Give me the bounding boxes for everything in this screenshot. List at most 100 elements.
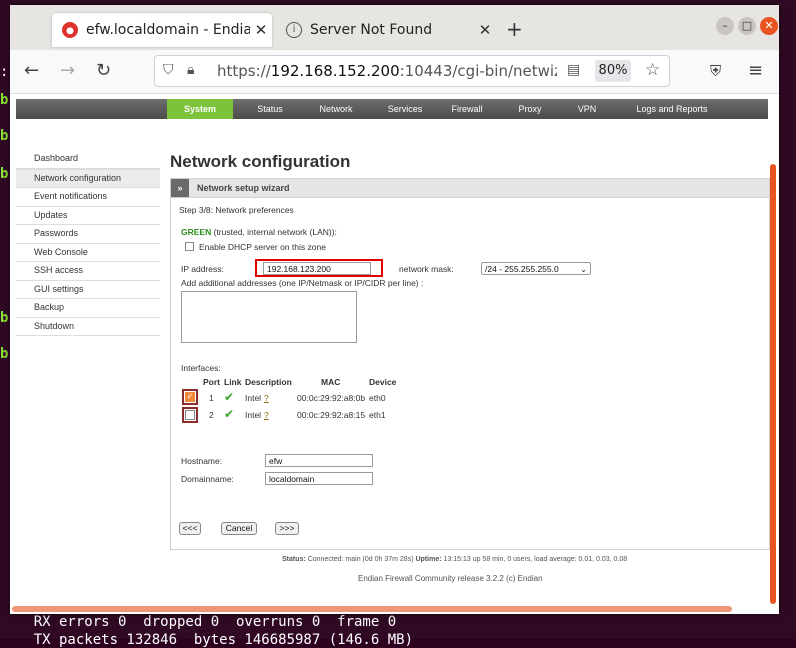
sidebar-item-dashboard[interactable]: Dashboard <box>16 150 160 169</box>
hostname-input[interactable]: efw <box>265 454 373 467</box>
menu-network[interactable]: Network <box>302 99 370 119</box>
release-text: Endian Firewall Community release 3.2.2 … <box>358 574 543 583</box>
tab-server-not-found[interactable]: i Server Not Found ✕ <box>276 13 496 47</box>
nav-bar: ← → ↻ ⛉ 🔒︎ https://192.168.152.200:10443… <box>10 50 779 94</box>
browser-window: efw.localdomain - Endian ✕ i Server Not … <box>10 5 779 614</box>
status-text: Connected: main (0d 0h 37m 28s) <box>307 556 414 563</box>
interfaces-label: Interfaces: <box>181 363 221 373</box>
main-menu: System Status Network Services Firewall … <box>16 99 768 119</box>
netmask-select[interactable]: /24 - 255.255.255.0 ⌄ <box>481 262 591 275</box>
zone-name: GREEN <box>181 227 212 237</box>
previous-button[interactable]: <<< <box>179 522 201 535</box>
double-chevron-right-icon: » <box>171 179 189 197</box>
url-text[interactable]: https://192.168.152.200:10443/cgi-bin/ne… <box>217 62 557 80</box>
horizontal-scrollbar[interactable] <box>12 606 732 612</box>
domainname-input[interactable]: localdomain <box>265 472 373 485</box>
additional-label: Add additional addresses (one IP/Netmask… <box>181 278 424 288</box>
menu-services[interactable]: Services <box>370 99 440 119</box>
uptime-label: Uptime: <box>415 556 442 563</box>
terminal-fragment: b <box>0 92 9 108</box>
iface-help-link[interactable]: ? <box>264 410 269 420</box>
back-icon[interactable]: ← <box>24 60 39 81</box>
tab-label: Server Not Found <box>310 22 433 38</box>
minimize-icon[interactable]: – <box>716 17 734 35</box>
additional-addresses-textarea[interactable] <box>181 291 357 343</box>
wizard-title: Network setup wizard <box>197 183 290 193</box>
iface-help-link[interactable]: ? <box>264 393 269 403</box>
iface-desc: Intel <box>245 393 262 403</box>
web-page: System Status Network Services Firewall … <box>10 94 779 614</box>
col-mac: MAC <box>321 377 341 387</box>
close-tab-icon[interactable]: ✕ <box>474 21 496 39</box>
menu-icon[interactable]: ≡ <box>748 60 763 81</box>
col-link: Link <box>224 377 242 387</box>
zone-label: GREEN (trusted, internal network (LAN)): <box>181 227 337 237</box>
url-prefix: https:// <box>217 62 271 80</box>
tab-bar: efw.localdomain - Endian ✕ i Server Not … <box>10 5 779 50</box>
pocket-icon[interactable]: ⛨ <box>710 62 721 80</box>
sidebar-item-updates[interactable]: Updates <box>16 207 160 225</box>
menu-firewall[interactable]: Firewall <box>440 99 494 119</box>
forward-icon[interactable]: → <box>60 60 75 81</box>
chevron-down-icon: ⌄ <box>580 265 587 274</box>
sidebar-item-gui-settings[interactable]: GUI settings <box>16 281 160 299</box>
menu-vpn[interactable]: VPN <box>566 99 608 119</box>
sidebar-item-shutdown[interactable]: Shutdown <box>16 318 160 336</box>
iface-port: 2 <box>209 410 214 420</box>
sidebar-item-backup[interactable]: Backup <box>16 299 160 318</box>
dhcp-label: Enable DHCP server on this zone <box>199 242 326 252</box>
url-bar[interactable]: ⛉ 🔒︎ https://192.168.152.200:10443/cgi-b… <box>154 55 670 87</box>
page-title: Network configuration <box>170 152 351 171</box>
tab-label: efw.localdomain - Endian <box>86 22 250 38</box>
shield-icon[interactable]: ⛉ <box>163 62 174 78</box>
iface-device: eth1 <box>369 410 386 420</box>
reload-icon[interactable]: ↻ <box>96 60 111 81</box>
link-ok-icon: ✔ <box>224 390 235 404</box>
menu-logs-reports[interactable]: Logs and Reports <box>626 99 718 119</box>
mask-label: network mask: <box>399 264 454 274</box>
sidebar-item-web-console[interactable]: Web Console <box>16 244 160 262</box>
menu-proxy[interactable]: Proxy <box>506 99 554 119</box>
maximize-icon[interactable]: □ <box>738 17 756 35</box>
lock-icon[interactable]: 🔒︎ <box>187 62 194 78</box>
terminal-fragment: b <box>0 346 9 362</box>
sidebar-item-network-configuration[interactable]: Network configuration <box>16 168 160 188</box>
star-icon[interactable]: ☆ <box>645 60 660 80</box>
iface-checkbox-unchecked[interactable] <box>185 410 195 420</box>
uptime-text: 13:15:13 up 58 min, 0 users, load averag… <box>443 556 628 563</box>
close-window-icon[interactable]: ✕ <box>760 17 778 35</box>
iface-mac: 00:0c:29:92:a8:0b <box>297 393 366 403</box>
zoom-level[interactable]: 80% <box>595 60 631 82</box>
sidebar: Dashboard Network configuration Event no… <box>16 150 160 336</box>
sidebar-item-event-notifications[interactable]: Event notifications <box>16 188 160 207</box>
next-button[interactable]: >>> <box>275 522 299 535</box>
tab-efw[interactable]: efw.localdomain - Endian ✕ <box>52 13 272 47</box>
zone-desc: (trusted, internal network (LAN)): <box>213 227 337 237</box>
vertical-scrollbar[interactable] <box>770 164 776 604</box>
terminal-line: TX packets 132846 bytes 146685987 (146.6… <box>0 632 414 648</box>
domainname-label: Domainname: <box>181 474 234 484</box>
iface-desc: Intel <box>245 410 262 420</box>
sidebar-item-passwords[interactable]: Passwords <box>16 225 160 244</box>
new-tab-icon[interactable]: + <box>506 17 523 41</box>
terminal-fragment: b <box>0 166 9 182</box>
netmask-value: /24 - 255.255.255.0 <box>485 264 559 274</box>
menu-status[interactable]: Status <box>238 99 302 119</box>
cancel-button[interactable]: Cancel <box>221 522 257 535</box>
dhcp-checkbox[interactable] <box>185 242 194 251</box>
step-text: Step 3/8: Network preferences <box>179 205 294 215</box>
ip-label: IP address: <box>181 264 224 274</box>
wizard-header: » Network setup wizard <box>171 179 769 198</box>
iface-checkbox-checked[interactable]: ✓ <box>185 392 195 402</box>
reader-icon[interactable]: ▤ <box>567 62 580 78</box>
terminal-fragment: b <box>0 310 9 326</box>
iface-port: 1 <box>209 393 214 403</box>
sidebar-item-ssh-access[interactable]: SSH access <box>16 262 160 281</box>
status-line: Status: Connected: main (0d 0h 37m 28s) … <box>282 556 627 563</box>
col-port: Port <box>203 377 220 387</box>
url-host: 192.168.152.200 <box>270 62 400 80</box>
endian-favicon-icon <box>62 22 78 38</box>
menu-system[interactable]: System <box>167 99 233 119</box>
close-tab-icon[interactable]: ✕ <box>250 21 272 39</box>
ip-address-input[interactable]: 192.168.123.200 <box>263 262 371 275</box>
